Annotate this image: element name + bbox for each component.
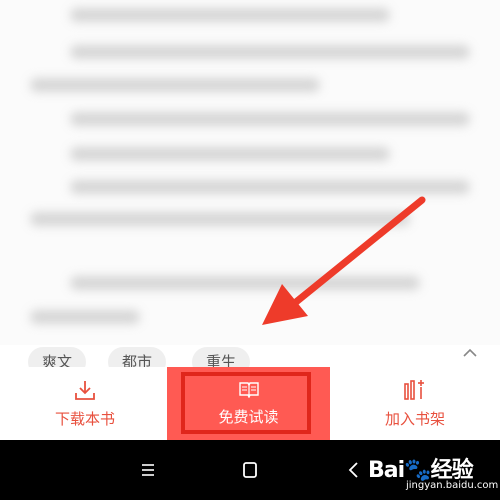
book-preview-text	[0, 0, 500, 345]
add-to-shelf-label: 加入书架	[384, 410, 445, 428]
highlight-frame	[181, 372, 311, 434]
baidu-jingyan-watermark: Bai🐾经验 jingyan.baidu.com	[362, 450, 498, 496]
menu-icon[interactable]	[136, 458, 160, 482]
watermark-url: jingyan.baidu.com	[406, 480, 499, 491]
home-icon[interactable]	[238, 458, 262, 482]
system-navigation-bar: Bai🐾经验 jingyan.baidu.com	[0, 440, 500, 500]
add-to-shelf-button[interactable]: 加入书架	[355, 367, 475, 440]
add-bookshelf-icon	[404, 380, 424, 400]
tag-item[interactable]: 都市	[108, 347, 167, 367]
download-icon	[75, 381, 95, 400]
chevron-up-icon[interactable]	[462, 345, 478, 359]
pointer-arrow	[262, 196, 426, 325]
tag-item[interactable]: 爽文	[28, 347, 87, 367]
download-book-button[interactable]: 下载本书	[25, 367, 145, 440]
genre-tags: 爽文 都市 重生	[0, 345, 500, 367]
download-book-label: 下载本书	[54, 410, 115, 428]
tag-item[interactable]: 重生	[192, 347, 251, 367]
watermark-brand: Bai	[368, 458, 405, 483]
